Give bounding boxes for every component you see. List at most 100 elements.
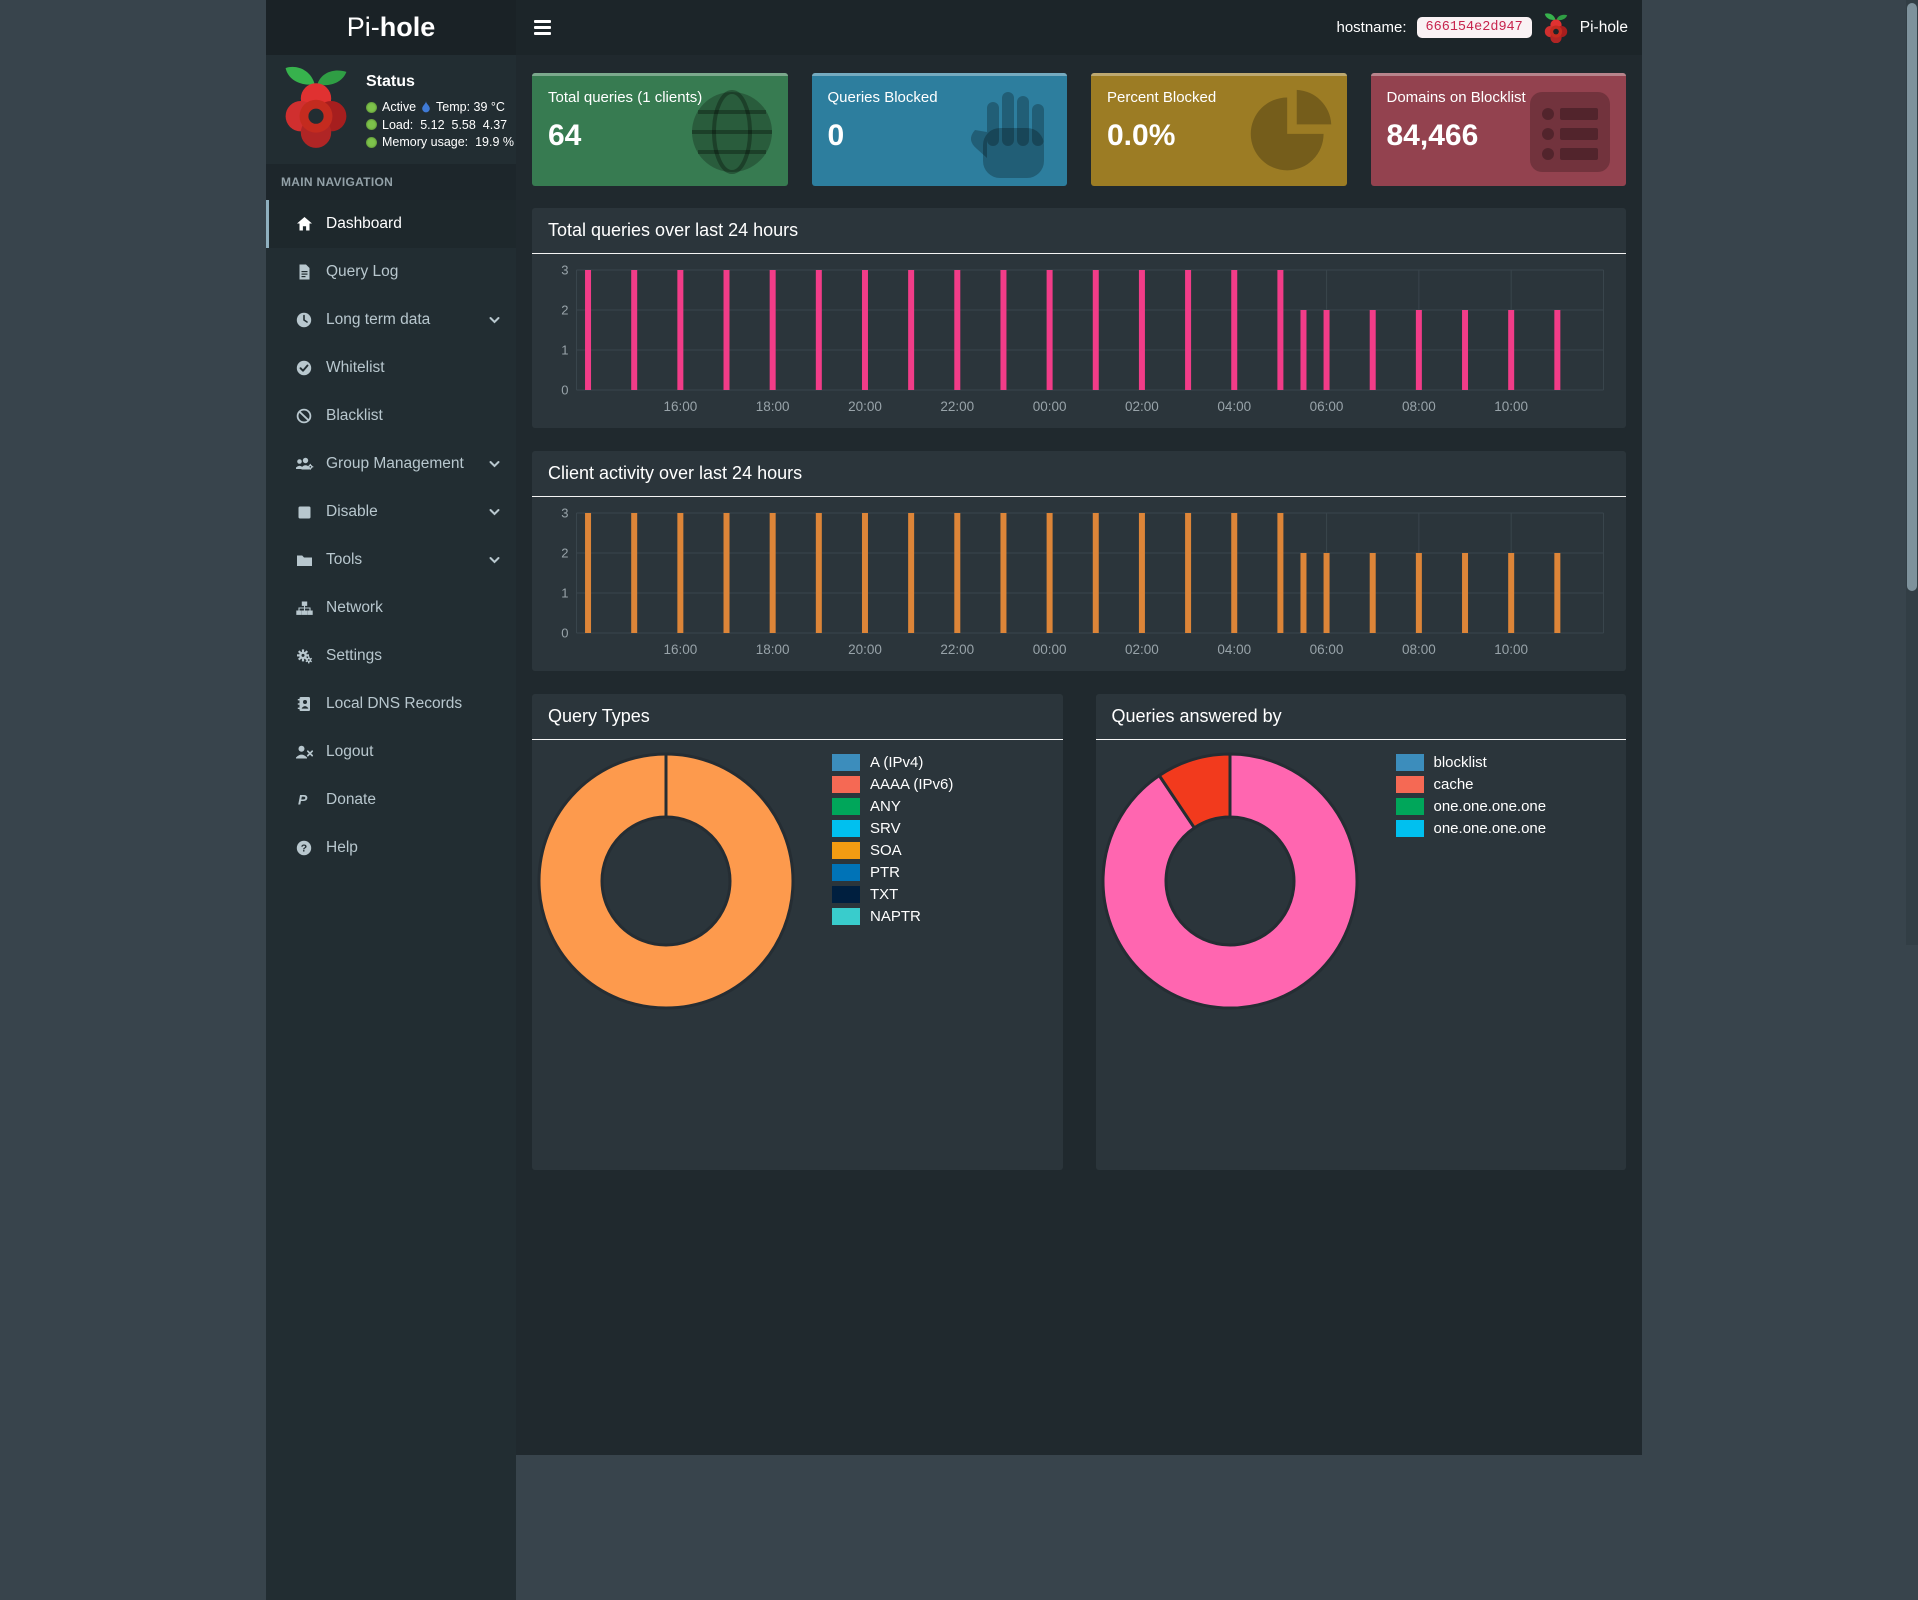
- sidebar-item-disable[interactable]: Disable: [266, 488, 516, 536]
- svg-text:08:00: 08:00: [1402, 399, 1436, 414]
- sidebar-item-label: Logout: [326, 743, 374, 761]
- chevron-down-icon: [489, 460, 500, 468]
- page-scrollbar[interactable]: [1906, 0, 1918, 945]
- temperature-icon: [421, 101, 431, 113]
- svg-text:06:00: 06:00: [1310, 642, 1344, 657]
- legend-color-swatch: [832, 820, 860, 837]
- sidebar-item-donate[interactable]: P Donate: [266, 776, 516, 824]
- sidebar-item-label: Long term data: [326, 311, 431, 329]
- sidebar-item-whitelist[interactable]: Whitelist: [266, 344, 516, 392]
- legend-color-swatch: [832, 864, 860, 881]
- ban-icon: [293, 408, 315, 424]
- svg-text:3: 3: [561, 506, 568, 521]
- logo-text-light: Pi-: [346, 12, 380, 42]
- legend-item[interactable]: cache: [1395, 776, 1547, 793]
- sidebar-item-dashboard[interactable]: Dashboard: [266, 200, 516, 249]
- svg-text:00:00: 00:00: [1033, 642, 1067, 657]
- paypal-icon: P: [293, 792, 315, 808]
- sidebar-item-network[interactable]: Network: [266, 584, 516, 632]
- clients-over-time-chart[interactable]: 0 1 2 3 16:00 18:00 20:00 22:00 00:00 02:00 04:00 0…: [546, 503, 1612, 663]
- svg-text:02:00: 02:00: [1125, 642, 1159, 657]
- svg-text:16:00: 16:00: [663, 642, 697, 657]
- sidebar-item-tools[interactable]: Tools: [266, 536, 516, 584]
- navbar-right: hostname: 666154e2d947 Pi-hole: [1336, 0, 1628, 55]
- card-percent-blocked: Percent Blocked 0.0%: [1091, 73, 1347, 186]
- file-icon: [293, 264, 315, 280]
- svg-text:P: P: [298, 792, 308, 808]
- legend-item[interactable]: ANY: [832, 798, 953, 815]
- svg-text:3: 3: [561, 263, 568, 278]
- sidebar-item-label: Settings: [326, 647, 383, 665]
- legend-item[interactable]: AAAA (IPv6): [832, 776, 953, 793]
- legend-item[interactable]: one.one.one.one: [1395, 798, 1546, 815]
- card-queries-blocked: Queries Blocked 0: [811, 73, 1067, 186]
- legend-label: ANY: [870, 798, 901, 815]
- chevron-down-icon: [489, 556, 500, 564]
- legend-item[interactable]: TXT: [832, 886, 953, 903]
- sidebar-item-blacklist[interactable]: Blacklist: [266, 392, 516, 440]
- svg-text:04:00: 04:00: [1217, 642, 1251, 657]
- user-times-icon: [293, 744, 315, 760]
- folder-icon: [293, 553, 315, 568]
- sidebar-item-logout[interactable]: Logout: [266, 728, 516, 776]
- sidebar-toggle-button[interactable]: [516, 0, 568, 55]
- legend-color-swatch: [832, 776, 860, 793]
- legend-color-swatch: [1395, 820, 1424, 837]
- legend-item[interactable]: A (IPv4): [832, 754, 953, 771]
- legend-label: one.one.one.one: [1433, 820, 1547, 837]
- card-domains-on-blocklist: Domains on Blocklist 84,466: [1370, 73, 1626, 186]
- address-book-icon: [293, 696, 315, 712]
- green-status-dot-icon: [366, 136, 377, 148]
- legend-item[interactable]: SOA: [832, 842, 953, 859]
- users-icon: [293, 456, 315, 472]
- green-status-dot-icon: [366, 101, 377, 113]
- question-icon: ?: [293, 840, 315, 856]
- svg-text:08:00: 08:00: [1402, 642, 1436, 657]
- home-icon: [293, 216, 315, 232]
- sidebar-item-local-dns-records[interactable]: Local DNS Records: [266, 680, 516, 728]
- svg-text:22:00: 22:00: [940, 642, 974, 657]
- legend-color-swatch: [1395, 754, 1424, 771]
- legend-item[interactable]: SRV: [832, 820, 953, 837]
- sidebar-item-query-log[interactable]: Query Log: [266, 248, 516, 296]
- sidebar-nav: Dashboard Query Log Long term data Whitelis…: [266, 200, 516, 872]
- hostname-label: hostname:: [1336, 19, 1407, 36]
- sidebar-item-label: Network: [326, 599, 383, 617]
- sidebar-item-label: Group Management: [326, 455, 464, 473]
- svg-text:10:00: 10:00: [1494, 642, 1528, 657]
- logo-text-bold: hole: [379, 12, 436, 42]
- svg-text:20:00: 20:00: [848, 642, 882, 657]
- legend-color-swatch: [832, 886, 860, 903]
- sidebar-item-group-management[interactable]: Group Management: [266, 440, 516, 488]
- legend-item[interactable]: PTR: [832, 864, 953, 881]
- legend-item[interactable]: NAPTR: [832, 908, 953, 925]
- chevron-down-icon: [489, 316, 500, 324]
- query-types-donut-chart[interactable]: [532, 740, 1060, 1170]
- legend-item[interactable]: blocklist: [1395, 754, 1547, 771]
- navbar: hostname: 666154e2d947 Pi-hole: [516, 0, 1642, 55]
- raspberry-logo-icon: [1542, 12, 1570, 44]
- legend-color-swatch: [1395, 798, 1424, 815]
- sidebar-item-settings[interactable]: Settings: [266, 632, 516, 680]
- legend-color-swatch: [832, 842, 860, 859]
- legend-label: SOA: [870, 842, 902, 859]
- status-line-load: Load: 5.12 5.58 4.37: [366, 118, 514, 132]
- svg-text:?: ?: [301, 843, 307, 855]
- globe-icon: [686, 86, 778, 183]
- legend-item[interactable]: one.one.one.one: [1395, 820, 1547, 837]
- legend-label: PTR: [870, 864, 900, 881]
- query-types-panel: Query Types A (IPv4) AAAA (IPv6) ANY SRV SOA…: [532, 694, 1063, 1170]
- svg-text:00:00: 00:00: [1033, 399, 1067, 414]
- panel-title: Query Types: [532, 694, 1063, 740]
- svg-text:06:00: 06:00: [1310, 399, 1344, 414]
- panel-title: Client activity over last 24 hours: [532, 451, 1626, 497]
- legend-label: blocklist: [1433, 754, 1487, 771]
- sidebar-item-help[interactable]: ? Help: [266, 824, 516, 872]
- sidebar-item-long-term-data[interactable]: Long term data: [266, 296, 516, 344]
- queries-over-time-chart[interactable]: 0 1 2 3 16:00 18:00 20:00 22:00 00:00 02:00 04:00 0…: [546, 260, 1612, 420]
- scrollbar-thumb[interactable]: [1907, 3, 1917, 591]
- svg-text:18:00: 18:00: [756, 642, 790, 657]
- app-logo[interactable]: Pi-hole: [266, 0, 516, 55]
- legend-label: cache: [1433, 776, 1474, 793]
- legend-color-swatch: [832, 798, 860, 815]
